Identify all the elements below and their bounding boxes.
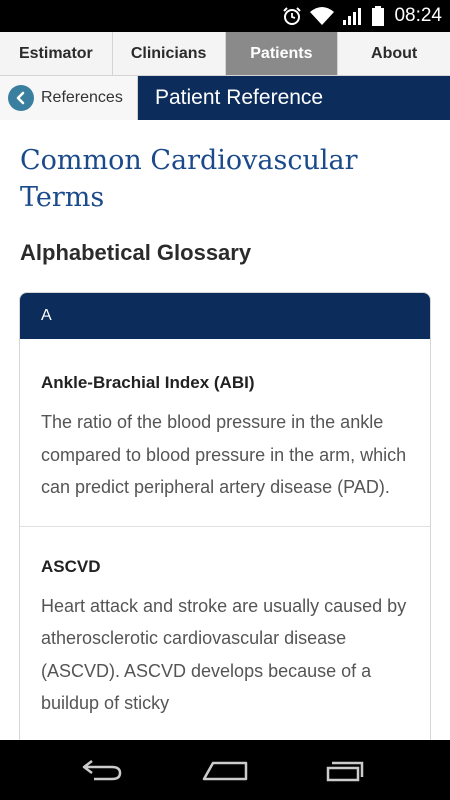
tab-patients[interactable]: Patients	[225, 32, 339, 75]
back-button-label: References	[41, 89, 123, 106]
glossary-letter-header: A	[20, 293, 430, 339]
back-arrow-icon	[8, 85, 34, 111]
glossary-term: Ankle-Brachial Index (ABI) The ratio of …	[20, 339, 430, 527]
page-header: References Patient Reference	[0, 76, 450, 120]
term-name: Ankle-Brachial Index (ABI)	[41, 373, 255, 392]
status-bar: 08:24	[0, 0, 450, 32]
term-name: ASCVD	[41, 556, 101, 576]
nav-back-icon[interactable]	[72, 750, 132, 790]
section-title: Alphabetical Glossary	[20, 240, 252, 265]
tab-estimator[interactable]: Estimator	[0, 32, 113, 75]
content-area[interactable]: Common Cardiovascular Terms Alphabetical…	[0, 120, 450, 740]
nav-recents-icon[interactable]	[318, 750, 378, 790]
header-title: Patient Reference	[138, 76, 450, 120]
top-tabs: Estimator Clinicians Patients About	[0, 32, 450, 76]
wifi-icon	[310, 7, 335, 25]
system-nav-bar	[0, 740, 450, 800]
alarm-icon	[283, 7, 302, 25]
glossary-card: A Ankle-Brachial Index (ABI) The ratio o…	[19, 292, 431, 740]
nav-home-icon[interactable]	[195, 750, 255, 790]
battery-icon	[372, 6, 385, 26]
tab-clinicians[interactable]: Clinicians	[113, 32, 226, 75]
term-definition: Heart attack and stroke are usually caus…	[41, 595, 407, 714]
signal-icon	[343, 8, 362, 25]
page-title: Common Cardiovascular Terms	[20, 145, 358, 213]
references-back-button[interactable]: References	[0, 76, 138, 120]
status-time: 08:24	[394, 5, 442, 26]
tab-about[interactable]: About	[338, 32, 450, 75]
term-definition: The ratio of the blood pressure in the a…	[41, 412, 407, 497]
glossary-term: ASCVD Heart attack and stroke are usuall…	[20, 527, 430, 741]
